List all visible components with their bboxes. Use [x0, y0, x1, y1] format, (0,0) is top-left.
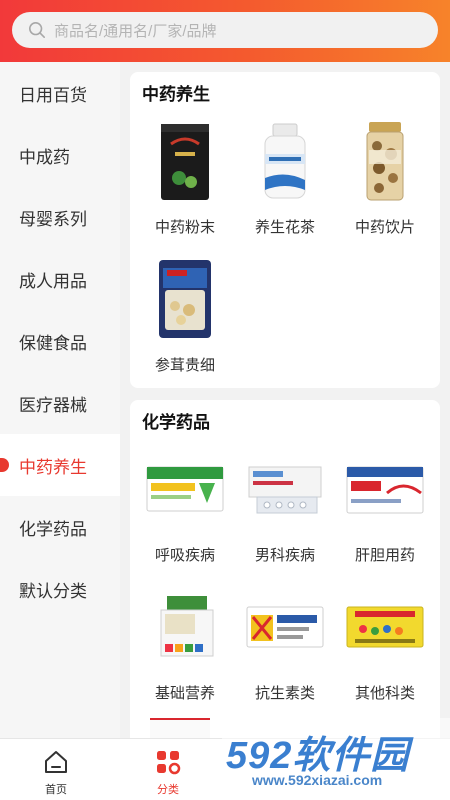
top-header: 商品名/通用名/厂家/品牌 [0, 0, 450, 62]
ginseng-bag-image [135, 254, 235, 344]
centrum-box-image [135, 582, 235, 672]
search-bar[interactable]: 商品名/通用名/厂家/品牌 [12, 12, 438, 48]
home-icon [45, 751, 67, 773]
tile-label: 呼吸疾病 [154, 547, 215, 564]
tile-label: 中药饮片 [354, 219, 415, 236]
red-medicine-box-image [335, 444, 435, 534]
sidebar-item-chemical-drugs[interactable]: 化学药品 [0, 496, 120, 558]
sidebar-item-medical-devices[interactable]: 医疗器械 [0, 372, 120, 434]
partial-product-image [150, 718, 210, 738]
herbal-slices-jar-image [335, 116, 435, 206]
section-title: 化学药品 [142, 413, 210, 432]
sidebar-item-chinese-patent-medicine[interactable]: 中成药 [0, 124, 120, 186]
tile-label: 中药粉末 [154, 219, 215, 236]
section-card-chemical: 化学药品 呼吸疾病 男科疾病 肝胆用药 基础营养 抗生素类 其他科类 [130, 400, 440, 738]
category-tile-herbal-powder[interactable]: 中药粉末 [135, 116, 235, 237]
sidebar-item-maternal-baby[interactable]: 母婴系列 [0, 186, 120, 248]
category-tile-ginseng[interactable]: 参茸贵细 [135, 254, 235, 375]
tab-label: 分类 [157, 784, 179, 796]
sidebar-item-tcm-wellness[interactable]: 中药养生 [0, 434, 120, 496]
category-tile-respiratory[interactable]: 呼吸疾病 [135, 444, 235, 565]
sidebar-item-label: 默认分类 [19, 581, 87, 601]
watermark-logo: 592软件园 [226, 735, 410, 777]
blister-pack-image [235, 444, 335, 534]
tile-label: 抗生素类 [254, 685, 315, 702]
sidebar-item-label: 化学药品 [19, 519, 87, 539]
category-tile-herbal-slices[interactable]: 中药饮片 [335, 116, 435, 237]
tab-label: 首页 [45, 784, 67, 796]
tab-home[interactable]: 首页 [0, 739, 112, 800]
tile-label: 其他科类 [354, 685, 415, 702]
sidebar-item-default-category[interactable]: 默认分类 [0, 558, 120, 620]
sidebar-item-daily-goods[interactable]: 日用百货 [0, 62, 120, 124]
category-tile-basic-nutrition[interactable]: 基础营养 [135, 582, 235, 703]
section-title: 中药养生 [142, 85, 210, 104]
category-icon [157, 751, 181, 775]
watermark: 592软件园 www.592xiazai.com [222, 718, 450, 800]
sidebar-item-label: 医疗器械 [19, 395, 87, 415]
category-tile-other[interactable]: 其他科类 [335, 582, 435, 703]
colorful-medicine-box-image [235, 582, 335, 672]
search-placeholder: 商品名/通用名/厂家/品牌 [54, 22, 217, 40]
watermark-url: www.592xiazai.com [252, 772, 383, 788]
tile-label: 肝胆用药 [354, 547, 415, 564]
green-medicine-box-image [135, 444, 235, 534]
sidebar-item-health-food[interactable]: 保健食品 [0, 310, 120, 372]
tile-label: 基础营养 [154, 685, 215, 702]
category-tile-andrology[interactable]: 男科疾病 [235, 444, 335, 565]
white-bottle-image [235, 116, 335, 206]
yellow-medicine-box-image [335, 582, 435, 672]
sidebar-item-label: 中药养生 [19, 457, 87, 477]
section-card-tcm: 中药养生 中药粉末 养生花茶 中药饮片 参茸贵细 [130, 72, 440, 388]
sidebar-item-label: 成人用品 [19, 271, 87, 291]
sidebar-item-label: 日用百货 [19, 85, 87, 105]
sidebar-item-label: 中成药 [19, 147, 70, 167]
category-tile-herbal-tea[interactable]: 养生花茶 [235, 116, 335, 237]
tab-category[interactable]: 分类 [112, 739, 224, 800]
category-sidebar: 日用百货 中成药 母婴系列 成人用品 保健食品 医疗器械 中药养生 化学药品 默… [0, 62, 120, 738]
sidebar-item-adult-products[interactable]: 成人用品 [0, 248, 120, 310]
search-icon [28, 21, 46, 39]
tile-label: 参茸贵细 [154, 357, 215, 374]
active-indicator [0, 458, 9, 472]
category-tile-antibiotics[interactable]: 抗生素类 [235, 582, 335, 703]
black-herbal-tin-image [135, 116, 235, 206]
tile-label: 男科疾病 [254, 547, 315, 564]
category-content: 中药养生 中药粉末 养生花茶 中药饮片 参茸贵细 化学药品 呼吸疾病 男科疾病 … [120, 62, 450, 738]
tile-label: 养生花茶 [254, 219, 315, 236]
sidebar-item-label: 母婴系列 [19, 209, 87, 229]
sidebar-item-label: 保健食品 [19, 333, 87, 353]
category-tile-hepatobiliary[interactable]: 肝胆用药 [335, 444, 435, 565]
